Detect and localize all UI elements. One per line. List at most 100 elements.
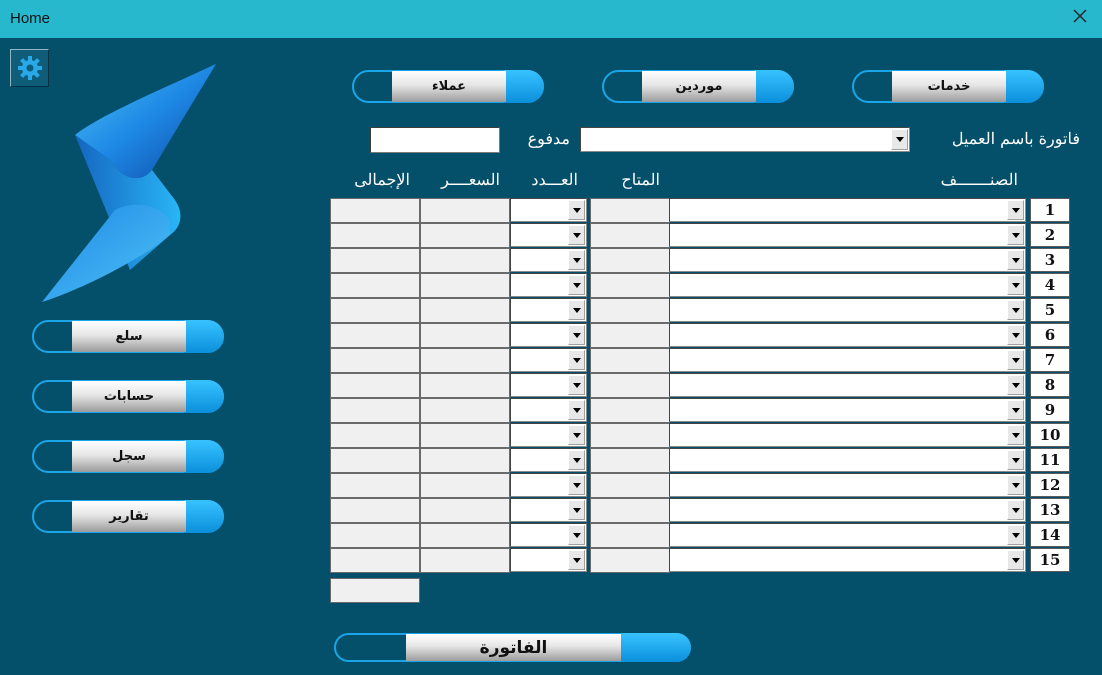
chevron-down-icon[interactable] [1007, 275, 1024, 295]
customer-label: فاتورة باسم العميل [951, 129, 1080, 148]
chevron-down-icon[interactable] [1007, 250, 1024, 270]
row-item-select[interactable] [669, 323, 1026, 347]
invoice-button[interactable]: الفاتورة [334, 633, 691, 662]
chevron-down-icon[interactable] [1007, 225, 1024, 245]
row-available-field [590, 198, 670, 223]
row-item-select[interactable] [669, 248, 1026, 272]
row-quantity-select[interactable] [510, 398, 587, 422]
chevron-down-icon[interactable] [568, 425, 585, 445]
chevron-down-icon[interactable] [1007, 200, 1024, 220]
row-quantity-select[interactable] [510, 323, 587, 347]
row-quantity-select[interactable] [510, 448, 587, 472]
col-header-price: السعــــر [441, 170, 500, 189]
row-quantity-select[interactable] [510, 298, 587, 322]
chevron-down-icon[interactable] [1007, 350, 1024, 370]
row-item-select[interactable] [669, 298, 1026, 322]
row-item-select[interactable] [669, 223, 1026, 247]
chevron-down-icon[interactable] [1007, 475, 1024, 495]
row-quantity-select[interactable] [510, 523, 587, 547]
chevron-down-icon[interactable] [891, 129, 908, 150]
row-quantity-select[interactable] [510, 348, 587, 372]
chevron-down-icon[interactable] [568, 550, 585, 570]
row-price-field [420, 548, 510, 573]
row-item-select[interactable] [669, 348, 1026, 372]
row-available-field [590, 323, 670, 348]
chevron-down-icon[interactable] [568, 375, 585, 395]
chevron-down-icon[interactable] [568, 350, 585, 370]
reports-button[interactable]: تقارير [32, 500, 224, 533]
row-item-select[interactable] [669, 448, 1026, 472]
lightning-logo [42, 64, 216, 302]
row-number: 15 [1030, 548, 1070, 572]
chevron-down-icon[interactable] [568, 275, 585, 295]
row-available-field [590, 498, 670, 523]
row-price-field [420, 273, 510, 298]
row-price-field [420, 298, 510, 323]
row-item-select[interactable] [669, 398, 1026, 422]
chevron-down-icon[interactable] [1007, 550, 1024, 570]
row-quantity-select[interactable] [510, 223, 587, 247]
row-total-field [330, 548, 420, 573]
services-button[interactable]: خدمات [852, 70, 1044, 103]
chevron-down-icon[interactable] [1007, 375, 1024, 395]
row-available-field [590, 348, 670, 373]
goods-button[interactable]: سلع [32, 320, 224, 353]
row-item-select[interactable] [669, 373, 1026, 397]
chevron-down-icon[interactable] [1007, 300, 1024, 320]
row-quantity-select[interactable] [510, 423, 587, 447]
row-available-field [590, 373, 670, 398]
log-button[interactable]: سجل [32, 440, 224, 473]
row-item-select[interactable] [669, 423, 1026, 447]
row-item-select[interactable] [669, 523, 1026, 547]
suppliers-button[interactable]: موردين [602, 70, 794, 103]
row-available-field [590, 273, 670, 298]
row-number: 14 [1030, 523, 1070, 547]
chevron-down-icon[interactable] [1007, 425, 1024, 445]
row-item-select[interactable] [669, 473, 1026, 497]
chevron-down-icon[interactable] [568, 200, 585, 220]
row-number: 10 [1030, 423, 1070, 447]
row-quantity-select[interactable] [510, 548, 587, 572]
chevron-down-icon[interactable] [568, 525, 585, 545]
row-total-field [330, 473, 420, 498]
chevron-down-icon[interactable] [1007, 325, 1024, 345]
row-available-field [590, 473, 670, 498]
row-number: 11 [1030, 448, 1070, 472]
row-item-select[interactable] [669, 273, 1026, 297]
chevron-down-icon[interactable] [568, 325, 585, 345]
chevron-down-icon[interactable] [1007, 450, 1024, 470]
chevron-down-icon[interactable] [1007, 500, 1024, 520]
chevron-down-icon[interactable] [1007, 525, 1024, 545]
row-item-select[interactable] [669, 548, 1026, 572]
row-item-select[interactable] [669, 198, 1026, 222]
accounts-button[interactable]: حسابات [32, 380, 224, 413]
chevron-down-icon[interactable] [568, 250, 585, 270]
row-quantity-select[interactable] [510, 273, 587, 297]
row-quantity-select[interactable] [510, 473, 587, 497]
row-number: 7 [1030, 348, 1070, 372]
close-icon[interactable] [1072, 8, 1088, 24]
row-available-field [590, 423, 670, 448]
chevron-down-icon[interactable] [568, 475, 585, 495]
chevron-down-icon[interactable] [568, 225, 585, 245]
chevron-down-icon[interactable] [568, 300, 585, 320]
row-quantity-select[interactable] [510, 198, 587, 222]
row-quantity-select[interactable] [510, 248, 587, 272]
row-total-field [330, 248, 420, 273]
row-number: 13 [1030, 498, 1070, 522]
customer-select[interactable] [580, 127, 910, 152]
chevron-down-icon[interactable] [568, 400, 585, 420]
row-price-field [420, 448, 510, 473]
customers-button[interactable]: عملاء [352, 70, 544, 103]
row-quantity-select[interactable] [510, 498, 587, 522]
invoice-button-label: الفاتورة [406, 634, 621, 661]
row-item-select[interactable] [669, 498, 1026, 522]
row-number: 1 [1030, 198, 1070, 222]
paid-input[interactable] [370, 127, 500, 153]
chevron-down-icon[interactable] [568, 450, 585, 470]
row-quantity-select[interactable] [510, 373, 587, 397]
chevron-down-icon[interactable] [568, 500, 585, 520]
row-price-field [420, 198, 510, 223]
reports-button-label: تقارير [72, 501, 186, 532]
chevron-down-icon[interactable] [1007, 400, 1024, 420]
